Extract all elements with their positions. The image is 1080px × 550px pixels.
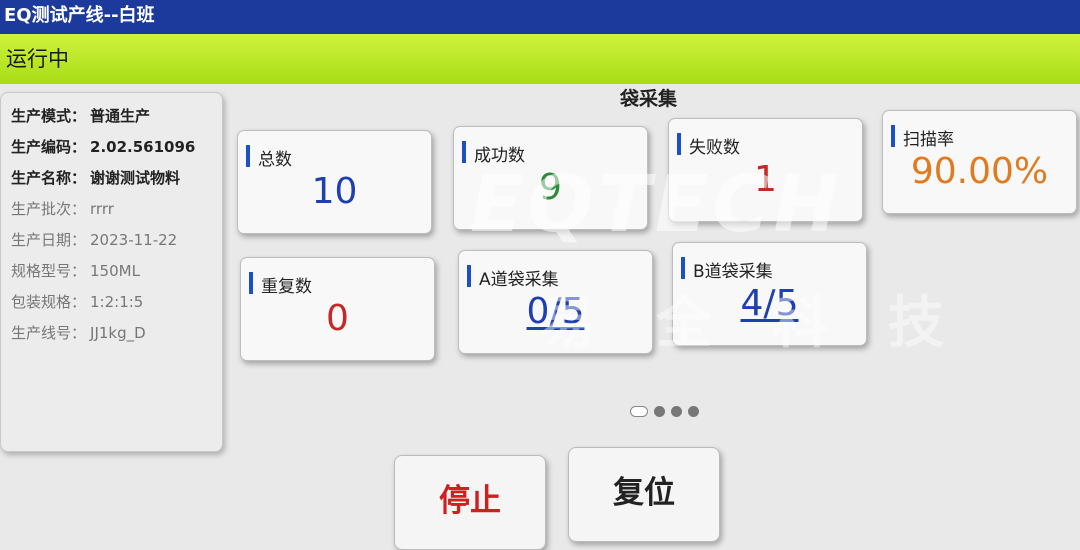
card-value: 10 <box>311 171 358 212</box>
info-value: 1:2:1:5 <box>90 293 144 311</box>
info-value: 2.02.561096 <box>90 138 196 156</box>
card-value: 90.00% <box>910 151 1049 192</box>
info-row-name: 生产名称： 谢谢测试物料 <box>11 167 222 198</box>
page-dot[interactable] <box>630 405 648 417</box>
info-row-spec: 规格型号： 150ML <box>11 260 222 291</box>
info-value: 150ML <box>90 262 140 280</box>
card-value: 0 <box>326 298 349 339</box>
section-title: 袋采集 <box>620 88 678 110</box>
info-row-date: 生产日期： 2023-11-22 <box>11 229 222 260</box>
card-accent-bar <box>891 125 895 147</box>
info-key: 生产批次： <box>11 200 87 218</box>
card-label: 总数 <box>258 150 292 170</box>
card-accent-bar <box>677 133 681 155</box>
card-label: A道袋采集 <box>479 270 559 290</box>
card-success: 成功数 9 <box>453 126 648 230</box>
info-key: 生产日期： <box>11 231 87 249</box>
card-fail: 失败数 1 <box>668 118 863 222</box>
info-row-line: 生产线号： JJ1kg_D <box>11 322 222 353</box>
reset-button[interactable]: 复位 <box>568 447 720 542</box>
card-repeat: 重复数 0 <box>240 257 435 361</box>
lane-b-link[interactable]: 4/5 <box>673 283 866 324</box>
info-key: 生产编码： <box>11 138 87 156</box>
card-lane-b[interactable]: B道袋采集 4/5 <box>672 242 867 346</box>
card-accent-bar <box>249 272 253 294</box>
info-key: 包装规格： <box>11 293 87 311</box>
info-value: rrrr <box>90 200 114 218</box>
window-title: EQ测试产线--白班 <box>0 0 1080 34</box>
page-indicator[interactable] <box>630 404 699 418</box>
info-value: 普通生产 <box>90 107 151 125</box>
info-key: 生产模式： <box>11 107 87 125</box>
info-row-mode: 生产模式： 普通生产 <box>11 105 222 136</box>
card-value: 1 <box>754 159 777 200</box>
info-value: JJ1kg_D <box>90 324 146 342</box>
info-key: 规格型号： <box>11 262 87 280</box>
info-value: 谢谢测试物料 <box>90 169 181 187</box>
card-accent-bar <box>681 257 685 279</box>
card-label: 扫描率 <box>903 130 954 150</box>
card-label: 失败数 <box>689 138 740 158</box>
card-accent-bar <box>462 141 466 163</box>
card-total: 总数 10 <box>237 130 432 234</box>
page-dot[interactable] <box>671 405 682 417</box>
card-scan-rate: 扫描率 90.00% <box>882 110 1077 214</box>
info-row-package: 包装规格： 1:2:1:5 <box>11 291 222 322</box>
card-label: 成功数 <box>474 146 525 166</box>
info-row-code: 生产编码： 2.02.561096 <box>11 136 222 167</box>
card-value: 9 <box>539 167 562 208</box>
page-dot[interactable] <box>688 405 699 417</box>
info-row-batch: 生产批次： rrrr <box>11 198 222 229</box>
info-key: 生产线号： <box>11 324 87 342</box>
production-info-panel: 生产模式： 普通生产 生产编码： 2.02.561096 生产名称： 谢谢测试物料 生… <box>0 92 223 452</box>
card-accent-bar <box>246 145 250 167</box>
card-label: 重复数 <box>261 277 312 297</box>
info-value: 2023-11-22 <box>90 231 178 249</box>
lane-a-link[interactable]: 0/5 <box>459 291 652 332</box>
info-key: 生产名称： <box>11 169 87 187</box>
status-text: 运行中 <box>0 34 1080 84</box>
stop-button[interactable]: 停止 <box>394 455 546 550</box>
page-dot[interactable] <box>654 405 665 417</box>
card-lane-a[interactable]: A道袋采集 0/5 <box>458 250 653 354</box>
card-accent-bar <box>467 265 471 287</box>
card-label: B道袋采集 <box>693 262 773 282</box>
